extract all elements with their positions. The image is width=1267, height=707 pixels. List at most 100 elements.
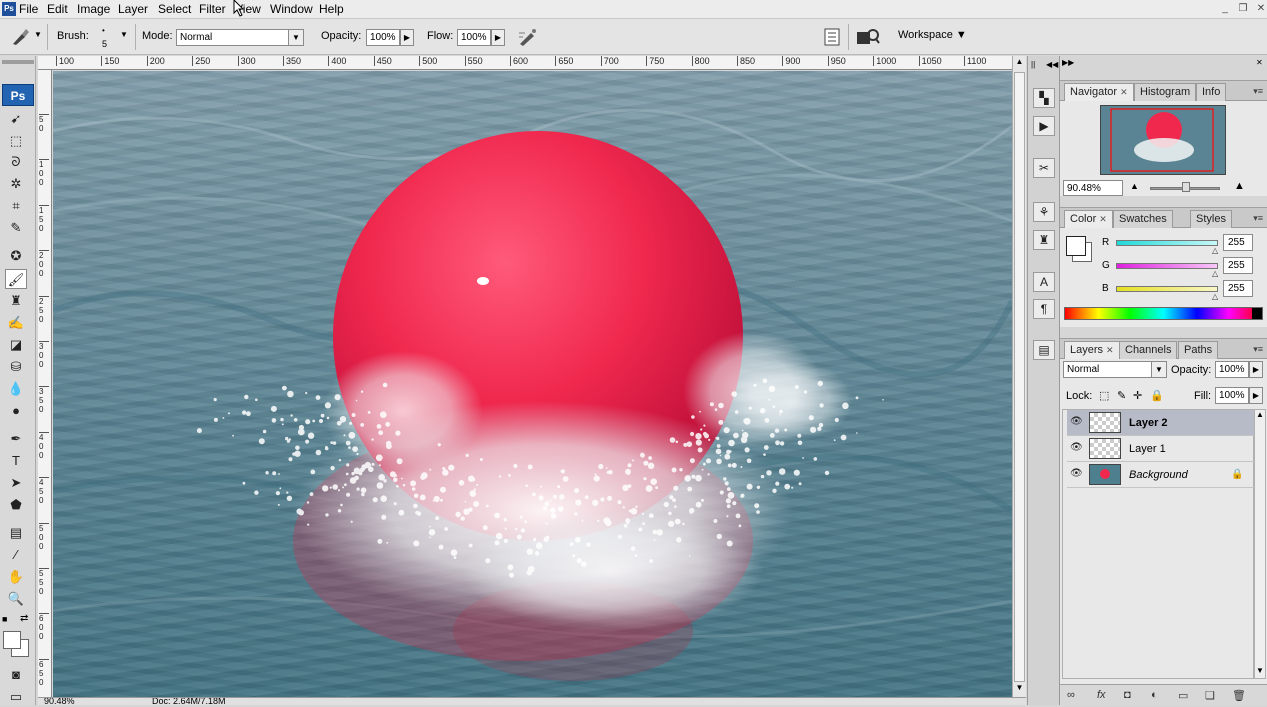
layer-comps-icon[interactable]: ▚ (1033, 88, 1055, 108)
lock-transparent-icon[interactable]: ⬚ (1099, 389, 1109, 402)
tab-info[interactable]: Info (1196, 83, 1227, 101)
adjustment-layer-icon[interactable]: ◐ (1151, 689, 1158, 701)
brush-picker-arrow-icon[interactable]: ▼ (120, 30, 128, 39)
canvas-scrollbar[interactable]: ▲ ▼ (1012, 56, 1026, 697)
history-icon[interactable]: ▤ (1033, 340, 1055, 360)
flow-input[interactable]: 100% (457, 29, 491, 46)
menu-layer[interactable]: Layer (118, 2, 148, 16)
tab-paths[interactable]: Paths (1178, 341, 1219, 359)
layer-row-background[interactable]: 👁 Background 🔒 (1067, 462, 1256, 488)
zoom-in-icon[interactable]: ▲ (1234, 180, 1245, 192)
tab-channels[interactable]: Channels (1119, 341, 1178, 359)
blue-value-input[interactable]: 255 (1223, 280, 1253, 297)
marquee-tool-icon[interactable]: ⬚ (5, 131, 27, 151)
lock-position-icon[interactable]: ✛ (1133, 389, 1142, 402)
menu-file[interactable]: File (19, 2, 38, 16)
healing-brush-tool-icon[interactable]: ✪ (5, 246, 27, 266)
hand-tool-icon[interactable]: ✋ (5, 567, 27, 587)
layer-name[interactable]: Layer 1 (1129, 443, 1166, 455)
layers-scrollbar[interactable]: ▲ ▼ (1254, 409, 1266, 679)
panel-menu-icon[interactable]: ▾≡ (1253, 344, 1263, 355)
visibility-eye-icon[interactable]: 👁 (1070, 469, 1083, 479)
opacity-input[interactable]: 100% (366, 29, 400, 46)
tab-histogram[interactable]: Histogram (1134, 83, 1197, 101)
shape-tool-icon[interactable]: ⬟ (5, 495, 27, 515)
swap-colors-icon[interactable]: ⇄ (20, 613, 28, 624)
link-layers-icon[interactable]: ∞ (1067, 689, 1075, 701)
menu-window[interactable]: Window (270, 2, 313, 16)
zoom-slider-handle[interactable] (1182, 182, 1190, 192)
new-layer-icon[interactable]: ❏ (1205, 689, 1215, 702)
brushes-icon[interactable]: ⚘ (1033, 202, 1055, 222)
menu-image[interactable]: Image (77, 2, 110, 16)
restore-button[interactable]: ❐ (1235, 2, 1251, 16)
tool-presets-icon[interactable]: ✂ (1033, 158, 1055, 178)
blue-slider[interactable] (1116, 286, 1218, 292)
quick-mask-icon[interactable]: ◙ (5, 665, 27, 685)
screen-mode-icon[interactable]: ▭ (5, 687, 27, 707)
type-tool-icon[interactable]: T (5, 451, 27, 471)
red-slider-handle[interactable]: △ (1212, 246, 1218, 255)
new-group-icon[interactable]: ▭ (1178, 689, 1188, 702)
lasso-tool-icon[interactable]: ᘐ (5, 152, 27, 172)
visibility-eye-icon[interactable]: 👁 (1070, 443, 1083, 453)
magic-wand-tool-icon[interactable]: ✲ (5, 174, 27, 194)
close-icon[interactable]: ✕ (1099, 214, 1107, 224)
close-icon[interactable]: ✕ (1120, 87, 1128, 97)
red-value-input[interactable]: 255 (1223, 234, 1253, 251)
move-tool-icon[interactable]: ➹ (5, 109, 27, 129)
dodge-tool-icon[interactable]: ● (5, 401, 27, 421)
panel-menu-icon[interactable]: ▾≡ (1253, 213, 1263, 224)
green-slider-handle[interactable]: △ (1212, 269, 1218, 278)
notes-tool-icon[interactable]: ▤ (5, 523, 27, 543)
close-button[interactable]: ✕ (1253, 2, 1267, 16)
status-doc-size[interactable]: Doc: 2.64M/7.18M (152, 698, 226, 705)
menu-select[interactable]: Select (158, 2, 191, 16)
layer-name[interactable]: Layer 2 (1129, 417, 1168, 429)
paragraph-icon[interactable]: ¶ (1033, 299, 1055, 319)
blend-mode-select[interactable]: Normal ▼ (1063, 361, 1167, 378)
minimize-button[interactable]: _ (1217, 2, 1233, 16)
scroll-up-icon[interactable]: ▲ (1256, 410, 1264, 419)
layer-style-icon[interactable]: fx (1097, 689, 1106, 701)
navigator-thumbnail[interactable] (1100, 105, 1226, 175)
panel-collapse-icon[interactable]: ▶▶ (1062, 58, 1074, 67)
menu-filter[interactable]: Filter (199, 2, 226, 16)
brush-tool-icon[interactable] (10, 27, 30, 47)
visibility-eye-icon[interactable]: 👁 (1070, 417, 1083, 427)
workspace-menu[interactable]: Workspace ▼ (898, 29, 967, 41)
clone-stamp-tool-icon[interactable]: ♜ (5, 291, 27, 311)
layer-row-layer-1[interactable]: 👁 Layer 1 (1067, 436, 1256, 462)
layer-row-layer-2[interactable]: 👁 Layer 2 (1067, 410, 1256, 436)
actions-icon[interactable]: ▶ (1033, 116, 1055, 136)
zoom-out-icon[interactable]: ▲ (1130, 181, 1139, 191)
blur-tool-icon[interactable]: 💧 (5, 379, 27, 399)
layer-name[interactable]: Background (1129, 469, 1188, 481)
close-icon[interactable]: ✕ (1106, 345, 1114, 355)
crop-tool-icon[interactable]: ⌗ (5, 196, 27, 216)
collapse-arrows-icon[interactable]: ◀◀ (1046, 60, 1058, 69)
eyedropper-tool-icon[interactable]: ⁄ (5, 545, 27, 565)
blue-slider-handle[interactable]: △ (1212, 292, 1218, 301)
brush-tool-icon[interactable]: 🖌 (5, 269, 27, 289)
fill-slider-button[interactable]: ▶ (1249, 387, 1263, 404)
scroll-down-icon[interactable]: ▼ (1014, 683, 1025, 695)
brush-size[interactable]: 5 (102, 39, 107, 49)
character-icon[interactable]: A (1033, 272, 1055, 292)
default-colors-icon[interactable]: ■ (2, 614, 7, 624)
collapse-dock-icon[interactable]: || (1031, 60, 1035, 69)
lock-all-icon[interactable]: 🔒 (1150, 389, 1164, 402)
green-value-input[interactable]: 255 (1223, 257, 1253, 274)
color-fg-swatch[interactable] (1066, 236, 1086, 256)
airbrush-icon[interactable] (517, 27, 539, 47)
paint-bucket-tool-icon[interactable]: ⛁ (5, 357, 27, 377)
palette-well-icon[interactable] (824, 28, 840, 46)
menu-help[interactable]: Help (319, 2, 344, 16)
clone-source-icon[interactable]: ♜ (1033, 230, 1055, 250)
fill-input[interactable]: 100% (1215, 387, 1249, 404)
tab-swatches[interactable]: Swatches (1113, 210, 1173, 228)
bridge-icon[interactable] (856, 27, 880, 47)
document-canvas[interactable] (53, 71, 1012, 697)
opacity-slider-button[interactable]: ▶ (400, 29, 414, 46)
red-slider[interactable] (1116, 240, 1218, 246)
